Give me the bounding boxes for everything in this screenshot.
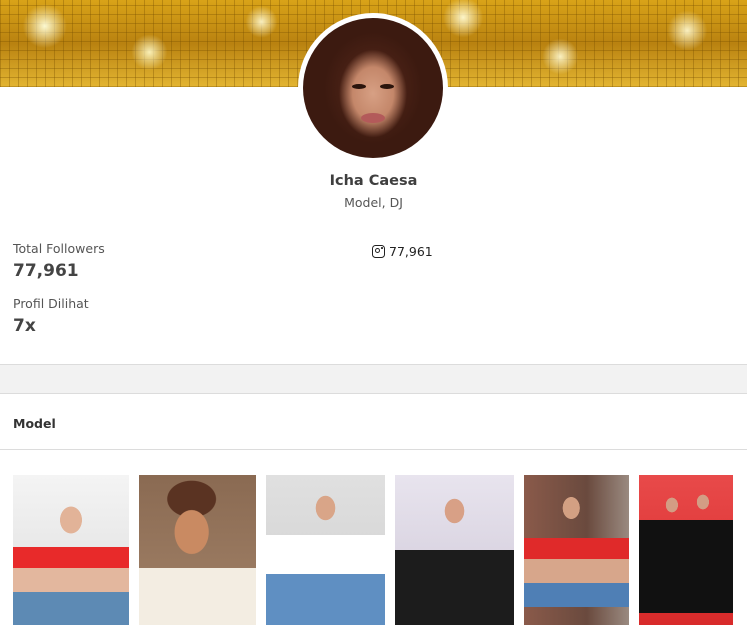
- divider: [0, 449, 747, 450]
- section-title-model: Model: [13, 416, 56, 431]
- instagram-icon: [372, 245, 385, 258]
- section-separator: [0, 365, 747, 393]
- gallery-photo-5[interactable]: [524, 475, 629, 625]
- avatar-frame: [298, 13, 448, 163]
- followers-value: 77,961: [13, 261, 79, 281]
- instagram-link[interactable]: 77,961: [372, 244, 433, 259]
- instagram-count: 77,961: [389, 244, 433, 259]
- divider: [0, 393, 747, 394]
- gallery-photo-1[interactable]: [13, 475, 129, 625]
- views-value: 7x: [13, 316, 36, 336]
- profile-role: Model, DJ: [344, 195, 403, 210]
- profile-name: Icha Caesa: [329, 173, 418, 189]
- gallery-photo-6[interactable]: [639, 475, 733, 625]
- views-label: Profil Dilihat: [13, 296, 89, 311]
- followers-label: Total Followers: [13, 241, 105, 256]
- gallery-photo-4[interactable]: [395, 475, 514, 625]
- gallery-photo-3[interactable]: [266, 475, 385, 625]
- avatar[interactable]: [303, 18, 443, 158]
- gallery-photo-2[interactable]: [139, 475, 256, 625]
